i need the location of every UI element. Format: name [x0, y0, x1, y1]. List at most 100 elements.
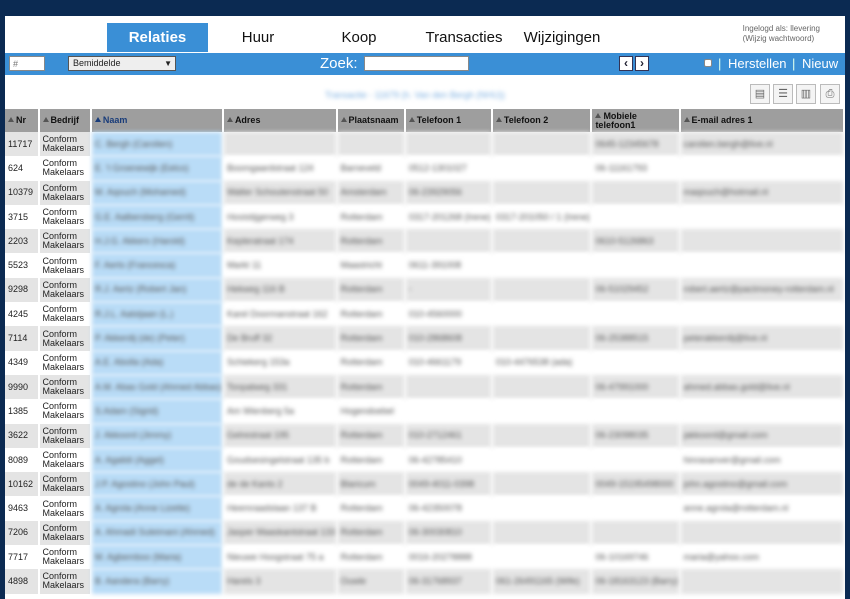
column-header-mobiel[interactable]: Mobiele telefoon1 [591, 109, 681, 132]
export-list-icon[interactable]: ☰ [773, 84, 793, 104]
column-header-nr[interactable]: Nr [5, 109, 40, 132]
cell-nr: 4898 [5, 569, 40, 594]
cell-nr: 3622 [5, 423, 40, 448]
cell-telefoon1: 0016-20278888 [404, 545, 493, 570]
cell-plaats: Rotterdam [336, 326, 406, 351]
cell-telefoon2: 0317-201050 / 1 (Irene) [491, 204, 593, 230]
table-row[interactable]: 10379 Conform Makelaars M. Aqouch (Mohamed… [5, 180, 845, 205]
cell-nr: 2203 [5, 229, 40, 254]
table-row[interactable]: 4349 Conform Makelaars A.E. Abolla (Ada) Sc… [5, 350, 845, 375]
column-header-bedrijf[interactable]: Bedrijf [38, 109, 92, 132]
cell-email: hinrasanver@gmail.com [679, 447, 845, 473]
cell-naam: R.J.L. Aalstjaan (L.) [90, 302, 224, 327]
cell-naam: A. Agalidi (Aggel) [90, 447, 224, 473]
chevron-right-icon[interactable]: › [635, 56, 649, 71]
cell-bedrijf: Conform Makelaars [38, 156, 92, 181]
cell-mobiel: 06-11161793 [591, 156, 681, 181]
cell-mobiel: 06-18163123 (Barry) [591, 569, 681, 594]
cell-telefoon1 [404, 374, 493, 400]
cell-mobiel [591, 253, 681, 278]
cell-adres: Tonpalweg 331 [222, 374, 338, 400]
cell-plaats: Rotterdam [336, 496, 406, 521]
table-row[interactable]: 9298 Conform Makelaars R.J. Aertz (Robert … [5, 277, 845, 303]
print-icon[interactable]: ⎙ [820, 84, 840, 104]
cell-telefoon2 [491, 326, 593, 351]
tab-wijzigingen[interactable]: Wijzigingen [519, 23, 605, 52]
cell-naam: G.E. Aalbersberg (Gerrit) [90, 204, 224, 230]
column-header-naam[interactable]: Naam [90, 109, 224, 132]
table-row[interactable]: 9990 Conform Makelaars A.M. Abas Gold (Ahm… [5, 374, 845, 400]
cell-bedrijf: Conform Makelaars [38, 180, 92, 205]
cell-adres: Nieuwe Hoogstraat 75 a [222, 545, 338, 570]
toggle-checkbox[interactable] [704, 59, 712, 67]
table-row[interactable]: 624 Conform Makelaars E. 't Groenewijk (Ee… [5, 156, 845, 181]
tab-huur[interactable]: Huur [227, 23, 289, 52]
cell-plaats: Hogendoebel [336, 399, 406, 424]
column-header-telefoon2[interactable]: Telefoon 2 [491, 109, 593, 132]
table-row[interactable]: 7206 Conform Makelaars A. Ahmadi Suleimani… [5, 520, 845, 546]
chevron-left-icon[interactable]: ‹ [619, 56, 633, 71]
filter-select[interactable]: Bemiddelde ▼ [68, 56, 176, 71]
cell-telefoon2 [491, 423, 593, 448]
cell-email [679, 156, 845, 181]
cell-nr: 5523 [5, 253, 40, 278]
table-row[interactable]: 8089 Conform Makelaars A. Agalidi (Aggel) G… [5, 447, 845, 473]
cell-mobiel [591, 447, 681, 473]
cell-mobiel: 0610-5126863 [591, 229, 681, 254]
cell-plaats: Rotterdam [336, 277, 406, 303]
tab-transacties[interactable]: Transacties [419, 23, 509, 52]
top-nav: Relaties Huur Koop Transacties Wijziging… [5, 16, 845, 52]
tab-relaties[interactable]: Relaties [107, 23, 208, 52]
table-row[interactable]: 7717 Conform Makelaars M. Agbemboo (Maria)… [5, 545, 845, 570]
nieuw-link[interactable]: Nieuw [802, 55, 838, 73]
search-input[interactable] [364, 56, 469, 71]
table-row[interactable]: 5523 Conform Makelaars F. Aerts (Francesca… [5, 253, 845, 278]
herstellen-link[interactable]: Herstellen [728, 55, 787, 73]
table-row[interactable]: 11717 Conform Makelaars C. Bergh (Carolien… [5, 132, 845, 157]
cell-bedrijf: Conform Makelaars [38, 374, 92, 400]
column-header-adres[interactable]: Adres [222, 109, 338, 132]
cell-naam: J. Akkoord (Jimmy) [90, 423, 224, 448]
table-row[interactable]: 10162 Conform Makelaars J.P. Agostino (Joh… [5, 472, 845, 497]
table-row[interactable]: 7114 Conform Makelaars P. Akkerdij (de) (P… [5, 326, 845, 351]
cell-telefoon2 [491, 253, 593, 278]
cell-adres: Jasper Maaskantstraat 133 [222, 520, 338, 546]
cell-email [679, 569, 845, 594]
cell-email: robert.aertz@pactmoney-rotterdam.nl [679, 277, 845, 303]
change-password-link[interactable]: (Wijzig wachtwoord) [743, 34, 820, 44]
cell-adres: Boomgaardstraat 124 [222, 156, 338, 181]
table-row[interactable]: 1385 Conform Makelaars S.Adam (Sigrid) Am W… [5, 399, 845, 424]
export-pdf-icon[interactable]: ▥ [796, 84, 816, 104]
cell-nr: 3715 [5, 204, 40, 230]
cell-bedrijf: Conform Makelaars [38, 326, 92, 351]
cell-naam: P. Akkerdij (de) (Peter) [90, 326, 224, 351]
cell-mobiel [591, 496, 681, 521]
export-doc-icon[interactable]: ▤ [750, 84, 770, 104]
relaties-table: Nr Bedrijf Naam Adres Plaatsnaam Telefoo… [5, 109, 845, 594]
cell-mobiel [591, 350, 681, 375]
column-header-email[interactable]: E-mail adres 1 [679, 109, 845, 132]
cell-naam: J.P. Agostino (John Paul) [90, 472, 224, 497]
table-row[interactable]: 2203 Conform Makelaars H.J.G. Akkers (Haro… [5, 229, 845, 254]
column-header-plaatsnaam[interactable]: Plaatsnaam [336, 109, 406, 132]
cell-naam: A.E. Abolla (Ada) [90, 350, 224, 375]
cell-plaats: Ouwle [336, 569, 406, 594]
cell-telefoon2 [491, 132, 593, 157]
column-header-telefoon1[interactable]: Telefoon 1 [404, 109, 493, 132]
cell-telefoon2 [491, 156, 593, 181]
chevron-down-icon: ▼ [164, 59, 172, 68]
cell-adres: Markt 11 [222, 253, 338, 278]
cell-plaats: Rotterdam [336, 350, 406, 375]
table-row[interactable]: 4245 Conform Makelaars R.J.L. Aalstjaan (L… [5, 302, 845, 327]
table-row[interactable]: 4898 Conform Makelaars B. Aandera (Barry) H… [5, 569, 845, 594]
cell-nr: 4349 [5, 350, 40, 375]
cell-telefoon2 [491, 399, 593, 424]
table-row[interactable]: 9463 Conform Makelaars A. Agrola (Anne Liz… [5, 496, 845, 521]
cell-telefoon1 [404, 229, 493, 254]
cell-email [679, 520, 845, 546]
table-row[interactable]: 3715 Conform Makelaars G.E. Aalbersberg (G… [5, 204, 845, 230]
number-input[interactable] [9, 56, 45, 71]
table-row[interactable]: 3622 Conform Makelaars J. Akkoord (Jimmy) G… [5, 423, 845, 448]
cell-telefoon2 [491, 447, 593, 473]
tab-koop[interactable]: Koop [328, 23, 390, 52]
